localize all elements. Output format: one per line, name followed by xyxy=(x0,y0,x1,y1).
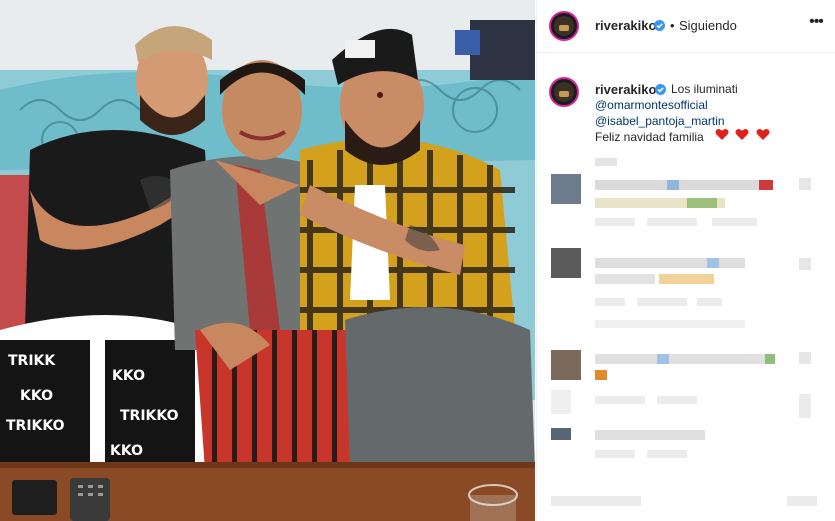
svg-text:KKO: KKO xyxy=(20,388,53,404)
caption-line: Feliz navidad familia xyxy=(595,130,704,144)
avatar[interactable] xyxy=(549,11,579,41)
red-heart-icon xyxy=(735,128,749,146)
post-photo[interactable]: TRIKK KKO TRIKKO KKO TRIKKO KKO xyxy=(0,0,535,521)
caption-username[interactable]: riverakiko xyxy=(595,82,656,97)
svg-text:KKO: KKO xyxy=(112,368,145,384)
svg-text:KKO: KKO xyxy=(110,443,143,459)
post-side-panel: riverakiko • Siguiendo ••• riverakiko Lo… xyxy=(536,0,835,521)
post-header: riverakiko • Siguiendo ••• xyxy=(537,0,835,53)
post-photo-image: TRIKK KKO TRIKKO KKO TRIKKO KKO xyxy=(0,0,535,521)
header-username[interactable]: riverakiko xyxy=(595,18,656,33)
svg-text:TRIKKO: TRIKKO xyxy=(120,408,179,424)
pixelated-comments xyxy=(537,150,835,521)
red-heart-icon xyxy=(715,128,729,146)
verified-badge-icon xyxy=(655,84,666,95)
separator-dot: • xyxy=(670,18,675,33)
hearts xyxy=(715,128,772,146)
svg-text:TRIKK: TRIKK xyxy=(8,353,56,369)
svg-text:TRIKKO: TRIKKO xyxy=(6,418,65,434)
following-button[interactable]: Siguiendo xyxy=(679,18,737,33)
caption-text: Los iluminati xyxy=(671,82,738,96)
verified-badge-icon xyxy=(654,20,665,31)
mention-link[interactable]: @omarmontesofficial xyxy=(595,98,708,112)
caption-avatar[interactable] xyxy=(549,77,579,107)
ellipsis-icon[interactable]: ••• xyxy=(808,14,824,32)
mention-link[interactable]: @isabel_pantoja_martin xyxy=(595,114,725,128)
instagram-post: TRIKK KKO TRIKKO KKO TRIKKO KKO riveraki… xyxy=(0,0,835,521)
red-heart-icon xyxy=(756,128,770,146)
